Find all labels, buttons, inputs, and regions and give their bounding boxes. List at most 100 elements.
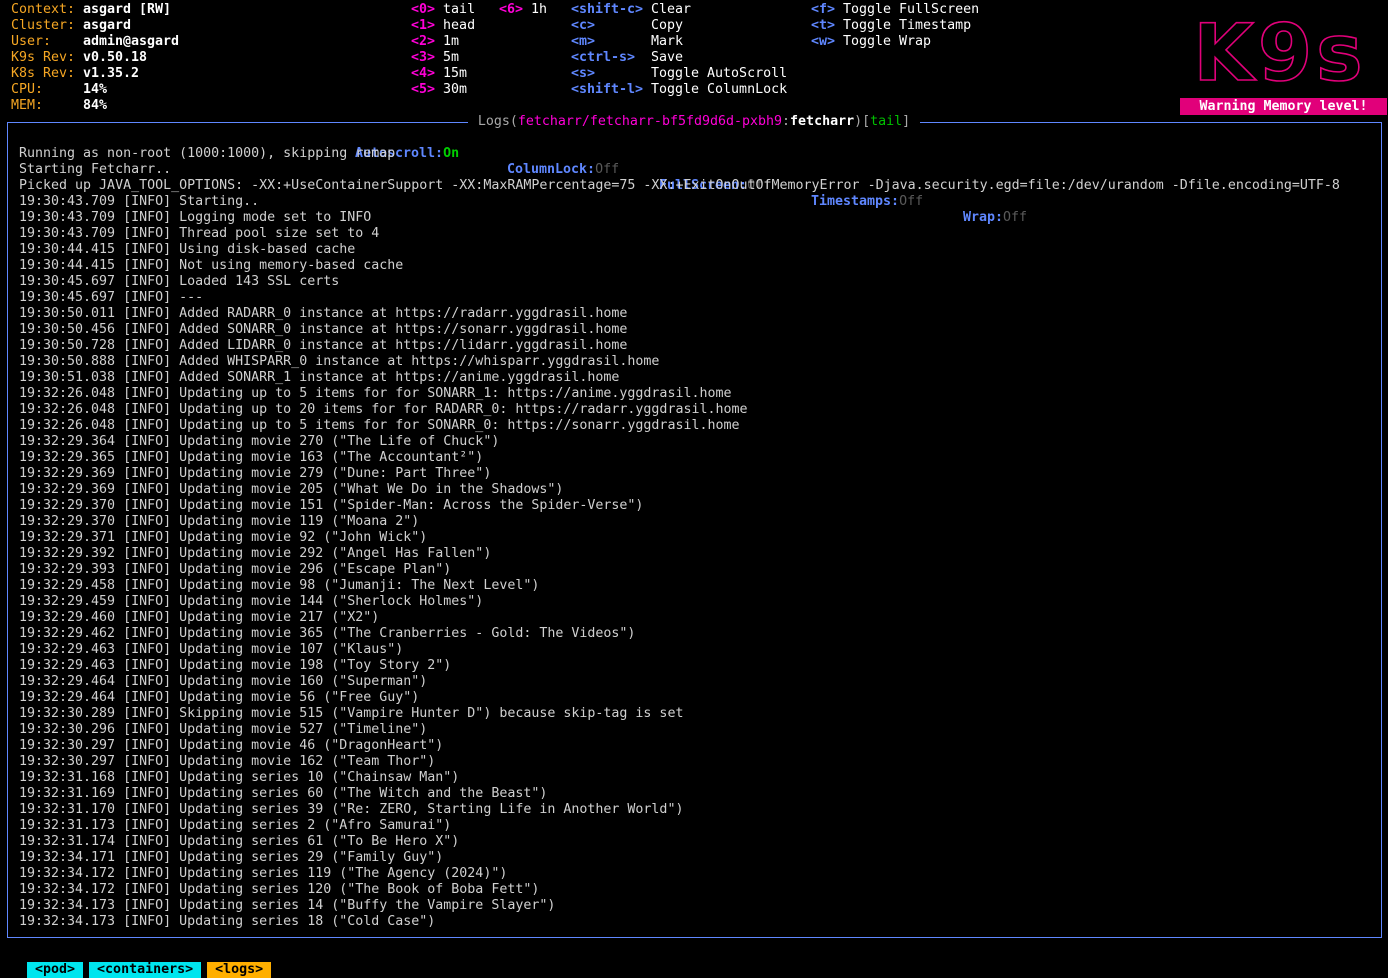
log-line: 19:30:51.038 [INFO] Added SONARR_1 insta… [19,370,620,385]
crumb-pod[interactable]: <pod> [27,962,84,978]
kb-desc: 30m [443,82,468,97]
title-close: ) [854,114,863,129]
kb-desc: Toggle ColumnLock [651,82,788,97]
log-line: 19:32:30.296 [INFO] Updating movie 527 (… [19,722,428,737]
k9s-logo-text: K9s [1193,9,1366,96]
info-label: User: [11,34,52,49]
kb-key: <6> [499,2,524,17]
title-mode-close: ] [902,114,911,129]
log-line: 19:32:30.289 [INFO] Skipping movie 515 (… [19,706,684,721]
log-line: 19:32:34.172 [INFO] Updating series 120 … [19,882,540,897]
log-line: 19:30:45.697 [INFO] Loaded 143 SSL certs [19,274,340,289]
log-line: 19:32:29.369 [INFO] Updating movie 279 (… [19,466,492,481]
info-cpu: CPU: 14% [11,82,107,98]
kb-15m[interactable]: <4> 15m [411,66,467,82]
k9s-logo: K9s [1180,8,1380,100]
title-pod-path: fetcharr/fetcharr-bf5fd9d6d-pxbh9 [517,114,783,129]
kb-toggle-fullscreen[interactable]: <f> Toggle FullScreen [811,2,979,18]
log-line: 19:32:31.173 [INFO] Updating series 2 ("… [19,818,452,833]
k9s-logo-art: K9s [1193,8,1366,100]
log-output[interactable]: Running as non-root (1000:1000), skippin… [19,146,1374,932]
log-line: 19:32:29.365 [INFO] Updating movie 163 (… [19,450,484,465]
log-line: 19:30:43.709 [INFO] Thread pool size set… [19,226,380,241]
log-line: 19:30:44.415 [INFO] Using disk-based cac… [19,242,356,257]
log-line: 19:32:31.174 [INFO] Updating series 61 (… [19,834,460,849]
log-line: 19:32:30.297 [INFO] Updating movie 162 (… [19,754,436,769]
kb-key: <s> [571,66,596,81]
log-line: Picked up JAVA_TOOL_OPTIONS: -XX:+UseCon… [19,178,1340,193]
kb-mark[interactable]: <m> Mark [571,34,683,50]
kb-toggle-timestamp[interactable]: <t> Toggle Timestamp [811,18,971,34]
kb-desc: 5m [443,50,460,65]
kb-desc: 1h [531,2,548,17]
logs-panel-title: Logs(fetcharr/fetcharr-bf5fd9d6d-pxbh9:f… [0,114,1388,130]
log-line: 19:32:30.297 [INFO] Updating movie 46 ("… [19,738,444,753]
log-line: 19:32:29.370 [INFO] Updating movie 151 (… [19,498,644,513]
kb-toggle-columnlock[interactable]: <shift-l> Toggle ColumnLock [571,82,787,98]
kb-desc: Toggle Wrap [843,34,932,49]
kb-toggle-autoscroll[interactable]: <s> Toggle AutoScroll [571,66,787,82]
title-mode-open: [ [862,114,871,129]
crumb-containers[interactable]: <containers> [89,962,202,978]
log-line: 19:32:26.048 [INFO] Updating up to 5 ite… [19,386,732,401]
log-line: 19:30:43.709 [INFO] Logging mode set to … [19,210,372,225]
kb-key: <shift-c> [571,2,644,17]
log-line: Starting Fetcharr.. [19,162,172,177]
log-line: 19:32:34.173 [INFO] Updating series 14 (… [19,898,556,913]
kb-1m[interactable]: <2> 1m [411,34,459,50]
kb-desc: head [443,18,476,33]
info-value: 84% [83,98,108,113]
kb-key: <f> [811,2,836,17]
kb-desc: Toggle AutoScroll [651,66,788,81]
info-label: K9s Rev: [11,50,76,65]
kb-save[interactable]: <ctrl-s> Save [571,50,683,66]
info-value: v0.50.18 [83,50,148,65]
log-line: 19:32:34.173 [INFO] Updating series 18 (… [19,914,436,929]
log-line: 19:32:29.463 [INFO] Updating movie 107 (… [19,642,404,657]
kb-1h[interactable]: <6> 1h [499,2,547,18]
kb-desc: Save [651,50,684,65]
log-line: 19:32:29.393 [INFO] Updating movie 296 (… [19,562,452,577]
log-line: 19:32:26.048 [INFO] Updating up to 20 it… [19,402,748,417]
info-k8s-rev: K8s Rev: v1.35.2 [11,66,139,82]
log-line: Running as non-root (1000:1000), skippin… [19,146,396,161]
crumb-logs[interactable]: <logs> [207,962,272,978]
breadcrumb: <pod> <containers> <logs> [11,946,277,978]
kb-key: <shift-l> [571,82,644,97]
kb-toggle-wrap[interactable]: <w> Toggle Wrap [811,34,931,50]
kb-key: <2> [411,34,436,49]
log-line: 19:32:34.172 [INFO] Updating series 119 … [19,866,508,881]
log-line: 19:32:29.392 [INFO] Updating movie 292 (… [19,546,492,561]
kb-key: <0> [411,2,436,17]
kb-desc: Toggle Timestamp [843,18,972,33]
info-label: CPU: [11,82,44,97]
kb-tail[interactable]: <0> tail [411,2,475,18]
kb-desc: Toggle FullScreen [843,2,980,17]
info-k9s-rev: K9s Rev: v0.50.18 [11,50,147,66]
log-line: 19:32:29.462 [INFO] Updating movie 365 (… [19,626,636,641]
log-line: 19:32:29.371 [INFO] Updating movie 92 ("… [19,530,428,545]
kb-head[interactable]: <1> head [411,18,475,34]
kb-5m[interactable]: <3> 5m [411,50,459,66]
log-line: 19:32:31.170 [INFO] Updating series 39 (… [19,802,684,817]
title-mode: tail [870,114,903,129]
info-mem: MEM: 84% [11,98,107,114]
title-prefix: Logs( [477,114,518,129]
log-line: 19:30:50.728 [INFO] Added LIDARR_0 insta… [19,338,628,353]
log-line: 19:32:29.369 [INFO] Updating movie 205 (… [19,482,564,497]
kb-30m[interactable]: <5> 30m [411,82,467,98]
memory-warning-badge: Warning Memory level! [1180,98,1387,115]
info-value: asgard [83,18,132,33]
kb-clear[interactable]: <shift-c> Clear [571,2,691,18]
info-label: MEM: [11,98,44,113]
log-line: 19:32:29.364 [INFO] Updating movie 270 (… [19,434,500,449]
log-line: 19:32:29.463 [INFO] Updating movie 198 (… [19,658,452,673]
kb-key: <ctrl-s> [571,50,636,65]
kb-copy[interactable]: <c> Copy [571,18,683,34]
log-line: 19:30:44.415 [INFO] Not using memory-bas… [19,258,404,273]
log-line: 19:32:31.169 [INFO] Updating series 60 (… [19,786,548,801]
log-line: 19:32:29.464 [INFO] Updating movie 160 (… [19,674,428,689]
log-line: 19:30:50.011 [INFO] Added RADARR_0 insta… [19,306,628,321]
kb-desc: Clear [651,2,692,17]
log-line: 19:30:43.709 [INFO] Starting.. [19,194,260,209]
